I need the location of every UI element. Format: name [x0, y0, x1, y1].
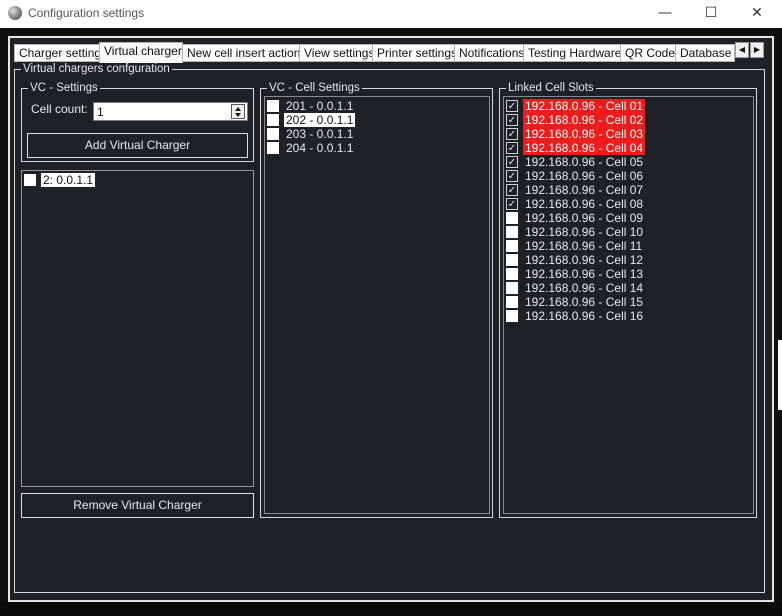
checkbox[interactable] [506, 212, 518, 224]
cell-count-value[interactable]: 1 [97, 105, 104, 119]
slot-item-label[interactable]: 192.168.0.96 - Cell 02 [523, 113, 646, 127]
checkbox[interactable] [506, 268, 518, 280]
right-edge-strip [778, 340, 782, 410]
slot-item-label[interactable]: 192.168.0.96 - Cell 05 [523, 155, 645, 169]
stepper-arrows[interactable] [231, 104, 245, 119]
checkbox[interactable] [506, 226, 518, 238]
cell-item-label[interactable]: 201 - 0.0.1.1 [284, 99, 355, 113]
slot-item-label[interactable]: 192.168.0.96 - Cell 15 [523, 295, 645, 309]
tab-charger-settings[interactable]: Charger settings [14, 44, 100, 62]
slot-item-label[interactable]: 192.168.0.96 - Cell 09 [523, 211, 645, 225]
virtual-charger-list[interactable]: 2: 0.0.1.1 [21, 170, 254, 487]
checkbox-checked[interactable]: ✓ [506, 156, 518, 168]
slot-item-label[interactable]: 192.168.0.96 - Cell 08 [523, 197, 645, 211]
cell-settings-list[interactable]: 201 - 0.0.1.1 202 - 0.0.1.1 203 - 0.0.1.… [264, 96, 490, 514]
cell-item-label[interactable]: 204 - 0.0.1.1 [284, 141, 355, 155]
window-title: Configuration settings [28, 6, 145, 20]
vc-cell-settings-group: VC - Cell Settings 201 - 0.0.1.1 202 - 0… [260, 81, 493, 518]
stepper-down-icon[interactable] [235, 113, 241, 117]
cell-item-label[interactable]: 202 - 0.0.1.1 [284, 113, 356, 127]
tab-qr-code[interactable]: QR Code [620, 44, 676, 62]
slot-item-label[interactable]: 192.168.0.96 - Cell 03 [523, 127, 646, 141]
checkbox[interactable] [267, 142, 279, 154]
tab-scroll-left-button[interactable]: ◀ [735, 42, 749, 58]
add-virtual-charger-button[interactable]: Add Virtual Charger [27, 133, 248, 158]
checkbox[interactable] [24, 174, 36, 186]
checkbox[interactable] [506, 296, 518, 308]
slot-item-label[interactable]: 192.168.0.96 - Cell 04 [523, 141, 646, 155]
linked-slots-list[interactable]: ✓ 192.168.0.96 - Cell 01 ✓ 192.168.0.96 - C… [503, 96, 754, 514]
checkbox-checked[interactable]: ✓ [506, 128, 518, 140]
linked-cell-slots-title: Linked Cell Slots [506, 81, 596, 95]
tab-testing-hardware[interactable]: Testing Hardware [523, 44, 621, 62]
vc-cell-settings-title: VC - Cell Settings [267, 81, 362, 95]
vc-settings-title: VC - Settings [28, 81, 100, 95]
slot-item-label[interactable]: 192.168.0.96 - Cell 16 [523, 309, 645, 323]
tab-new-cell-insert-actions[interactable]: New cell insert actions [182, 44, 300, 62]
checkbox-checked[interactable]: ✓ [506, 114, 518, 126]
slot-item-label[interactable]: 192.168.0.96 - Cell 10 [523, 225, 645, 239]
app-icon [8, 6, 22, 20]
title-bar: Configuration settings — ☐ ✕ [0, 0, 782, 28]
checkbox[interactable] [506, 240, 518, 252]
cell-count-label: Cell count: [31, 102, 88, 116]
checkbox[interactable] [267, 114, 279, 126]
vc-item-label[interactable]: 2: 0.0.1.1 [41, 173, 96, 187]
stepper-up-icon[interactable] [235, 107, 241, 111]
remove-virtual-charger-button[interactable]: Remove Virtual Charger [21, 493, 254, 518]
linked-cell-slots-group: Linked Cell Slots ✓ 192.168.0.96 - Cell 0… [499, 81, 757, 518]
cell-count-stepper[interactable]: 1 [93, 102, 248, 121]
bottom-bar [0, 602, 782, 616]
checkbox[interactable] [267, 128, 279, 140]
tab-view-settings[interactable]: View settings [299, 44, 373, 62]
vc-settings-group: VC - Settings Cell count: 1 Add Virtual … [21, 81, 254, 162]
maximize-button[interactable]: ☐ [688, 0, 734, 28]
checkbox-checked[interactable]: ✓ [506, 198, 518, 210]
tab-database[interactable]: Database S [675, 44, 735, 62]
config-group-title: Virtual chargers confguration [21, 62, 172, 76]
checkbox[interactable] [506, 282, 518, 294]
cell-item-label[interactable]: 203 - 0.0.1.1 [284, 127, 355, 141]
slot-item-label[interactable]: 192.168.0.96 - Cell 14 [523, 281, 645, 295]
tab-printer-settings[interactable]: Printer settings [372, 44, 455, 62]
checkbox-checked[interactable]: ✓ [506, 170, 518, 182]
minimize-button[interactable]: — [642, 0, 688, 28]
tab-notifications[interactable]: Notifications [454, 44, 524, 62]
slot-item-label[interactable]: 192.168.0.96 - Cell 07 [523, 183, 645, 197]
slot-item-label[interactable]: 192.168.0.96 - Cell 12 [523, 253, 645, 267]
slot-item-label[interactable]: 192.168.0.96 - Cell 13 [523, 267, 645, 281]
checkbox-checked[interactable]: ✓ [506, 142, 518, 154]
close-button[interactable]: ✕ [734, 0, 780, 28]
tab-scroll-right-button[interactable]: ▶ [750, 42, 764, 58]
slot-item-label[interactable]: 192.168.0.96 - Cell 06 [523, 169, 645, 183]
slot-item-label[interactable]: 192.168.0.96 - Cell 11 [523, 239, 644, 253]
checkbox[interactable] [267, 100, 279, 112]
checkbox-checked[interactable]: ✓ [506, 184, 518, 196]
checkbox[interactable] [506, 254, 518, 266]
checkbox-checked[interactable]: ✓ [506, 100, 518, 112]
checkbox[interactable] [506, 310, 518, 322]
slot-item-label[interactable]: 192.168.0.96 - Cell 01 [523, 99, 646, 113]
tab-virtual-charger[interactable]: Virtual charger [99, 42, 183, 63]
